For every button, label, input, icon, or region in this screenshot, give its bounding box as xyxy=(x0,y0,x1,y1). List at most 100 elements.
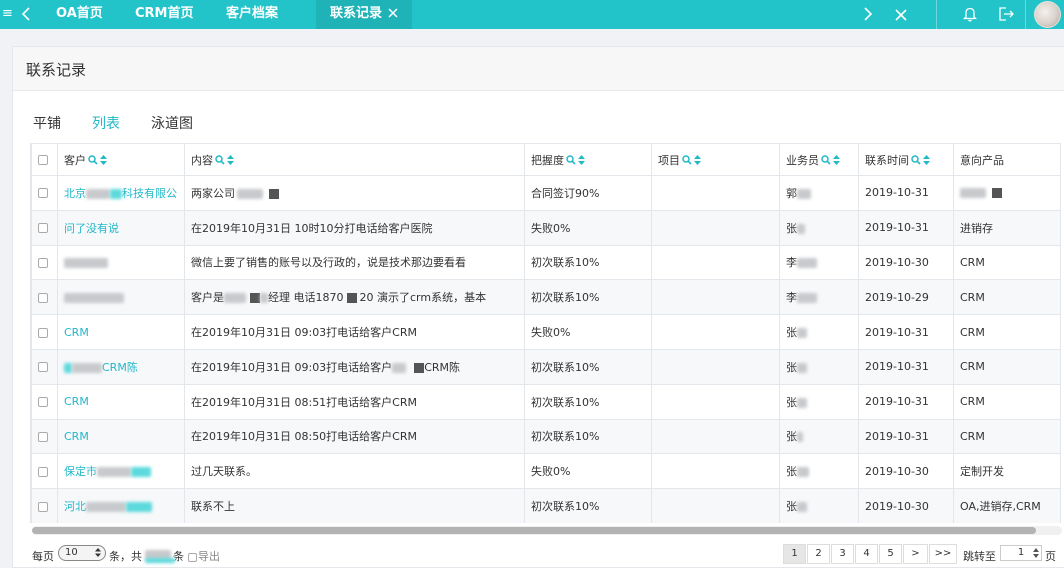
content-cell: 在2019年10月31日 08:50打电话给客户CRM xyxy=(184,418,525,455)
table-row[interactable]: CRM 在2019年10月31日 08:50打电话给客户CRM 初次联系10% … xyxy=(31,418,1061,455)
customer-name[interactable]: 河北 xyxy=(64,500,86,513)
search-icon[interactable] xyxy=(821,154,831,165)
per-page-select[interactable]: 10 xyxy=(58,545,106,561)
table-row[interactable]: 客户是 经理 电话1870 20 演示了crm系统，基本 初次联系10% 李 201… xyxy=(31,279,1061,316)
jump-page-input[interactable]: 1 xyxy=(1000,545,1042,561)
confidence-cell: 失败0% xyxy=(524,314,652,350)
row-checkbox[interactable] xyxy=(38,257,48,268)
search-icon[interactable] xyxy=(566,154,576,165)
customer-name-tail[interactable]: 科技有限公 xyxy=(122,187,177,200)
column-header-confidence[interactable]: 把握度 xyxy=(524,143,652,176)
salesperson-cell: 张 xyxy=(779,383,859,420)
tab-list-view[interactable]: 列表 xyxy=(92,113,120,133)
chevron-left-icon[interactable] xyxy=(20,6,34,22)
hamburger-icon[interactable]: ≡ xyxy=(2,6,13,21)
column-header-salesperson[interactable]: 业务员 xyxy=(779,143,859,176)
date-cell: 2019-10-30 xyxy=(858,453,954,490)
search-icon[interactable] xyxy=(215,154,225,165)
column-header-content[interactable]: 内容 xyxy=(184,143,525,176)
row-checkbox[interactable] xyxy=(38,327,48,338)
row-checkbox[interactable] xyxy=(38,223,48,234)
horizontal-scrollbar[interactable] xyxy=(32,526,1062,535)
table-row[interactable]: 保定市 过几天联系。 失败0% 张 2019-10-30 定制开发 xyxy=(31,453,1061,490)
sort-icon[interactable] xyxy=(694,154,701,165)
table-row[interactable]: 河北 联系不上 初次联系10% 张 2019-10-30 OA,进销存,CRM xyxy=(31,488,1061,523)
table-row[interactable]: 微信上要了销售的账号以及行政的，说是技术那边要看看 初次联系10% 李 2019… xyxy=(31,244,1061,281)
customer-cell[interactable]: 保定市 xyxy=(57,453,185,490)
tab-crm-home[interactable]: CRM首页 xyxy=(135,0,194,29)
close-icon[interactable] xyxy=(893,7,909,23)
row-checkbox[interactable] xyxy=(38,397,48,408)
sort-icon[interactable] xyxy=(578,154,585,165)
logout-icon[interactable] xyxy=(997,5,1015,23)
customer-cell[interactable] xyxy=(57,244,185,281)
redacted-text xyxy=(237,188,263,199)
bell-icon[interactable] xyxy=(961,5,979,23)
tab-contact-records[interactable]: 联系记录 xyxy=(316,0,413,29)
chevron-right-icon[interactable] xyxy=(860,6,874,22)
row-checkbox[interactable] xyxy=(38,188,48,199)
tab-oa-home[interactable]: OA首页 xyxy=(56,0,103,29)
column-header-product[interactable]: 意向产品 xyxy=(953,143,1061,176)
customer-name[interactable]: 问了没有说 xyxy=(64,222,119,235)
per-page-unit: 条， xyxy=(109,550,131,563)
customer-cell[interactable]: CRM xyxy=(57,418,185,455)
search-icon[interactable] xyxy=(88,154,98,165)
sort-icon[interactable] xyxy=(923,154,930,165)
row-select-cell xyxy=(31,383,58,420)
export-link[interactable]: 导出 xyxy=(188,548,220,564)
customer-cell[interactable]: CRM xyxy=(57,383,185,420)
customer-name[interactable]: CRM xyxy=(64,395,89,408)
column-header-contact-time[interactable]: 联系时间 xyxy=(858,143,954,176)
customer-cell[interactable]: 问了没有说 xyxy=(57,209,185,246)
page-button-5[interactable]: 5 xyxy=(879,544,902,564)
customer-cell[interactable]: 北京 科技有限公 xyxy=(57,175,185,211)
avatar[interactable] xyxy=(1034,1,1061,28)
row-checkbox[interactable] xyxy=(38,431,48,442)
table-row[interactable]: 问了没有说 在2019年10月31日 10时10分打电话给客户医院 失败0% 张… xyxy=(31,209,1061,246)
column-header-customer[interactable]: 客户 xyxy=(57,143,185,176)
customer-cell[interactable]: 河北 xyxy=(57,488,185,523)
customer-cell[interactable] xyxy=(57,279,185,316)
customer-cell[interactable]: CRM陈 xyxy=(57,348,185,385)
stepper-arrows-icon[interactable] xyxy=(1033,547,1039,559)
table-row[interactable]: CRM陈 在2019年10月31日 09:03打电话给客户 CRM陈 初次联系10… xyxy=(31,348,1061,385)
row-checkbox[interactable] xyxy=(38,362,48,373)
customer-name[interactable]: CRM xyxy=(64,326,89,339)
customer-cell[interactable]: CRM xyxy=(57,314,185,350)
row-checkbox[interactable] xyxy=(38,466,48,477)
sort-icon[interactable] xyxy=(227,154,234,165)
customer-name[interactable]: 保定市 xyxy=(64,465,97,478)
sort-icon[interactable] xyxy=(100,154,107,165)
column-header-project[interactable]: 项目 xyxy=(651,143,780,176)
content-cell: 在2019年10月31日 10时10分打电话给客户医院 xyxy=(184,209,525,246)
search-icon[interactable] xyxy=(911,154,921,165)
page-button-1[interactable]: 1 xyxy=(783,544,806,564)
tab-customer-archive[interactable]: 客户档案 xyxy=(226,0,278,29)
scrollbar-thumb[interactable] xyxy=(32,527,1036,534)
table-row[interactable]: 北京 科技有限公 两家公司 合同签订90% 郭 2019-10-31 xyxy=(31,175,1061,211)
row-checkbox[interactable] xyxy=(38,292,48,303)
customer-name[interactable]: 北京 xyxy=(64,187,86,200)
tab-tile-view[interactable]: 平铺 xyxy=(33,113,61,133)
sort-icon[interactable] xyxy=(833,154,840,165)
table-row[interactable]: CRM 在2019年10月31日 09:03打电话给客户CRM 失败0% 张 2… xyxy=(31,314,1061,350)
page-button-2[interactable]: 2 xyxy=(807,544,830,564)
customer-name[interactable]: CRM xyxy=(64,430,89,443)
tab-swimlane-view[interactable]: 泳道图 xyxy=(151,113,193,133)
close-icon[interactable] xyxy=(388,8,398,18)
select-all-checkbox[interactable] xyxy=(38,155,48,165)
redacted-text xyxy=(269,188,279,199)
content-text: 客户是 xyxy=(191,291,224,305)
page-button-4[interactable]: 4 xyxy=(855,544,878,564)
product-cell xyxy=(953,175,1061,211)
redacted-text xyxy=(960,188,986,199)
next-page-button[interactable]: > xyxy=(903,544,928,564)
page-button-3[interactable]: 3 xyxy=(831,544,854,564)
search-icon[interactable] xyxy=(682,154,692,165)
last-page-button[interactable]: >> xyxy=(929,544,957,564)
customer-name-tail[interactable]: CRM陈 xyxy=(102,361,138,374)
row-checkbox[interactable] xyxy=(38,501,48,512)
confidence-cell: 初次联系10% xyxy=(524,383,652,420)
table-row[interactable]: CRM 在2019年10月31日 08:51打电话给客户CRM 初次联系10% … xyxy=(31,383,1061,420)
